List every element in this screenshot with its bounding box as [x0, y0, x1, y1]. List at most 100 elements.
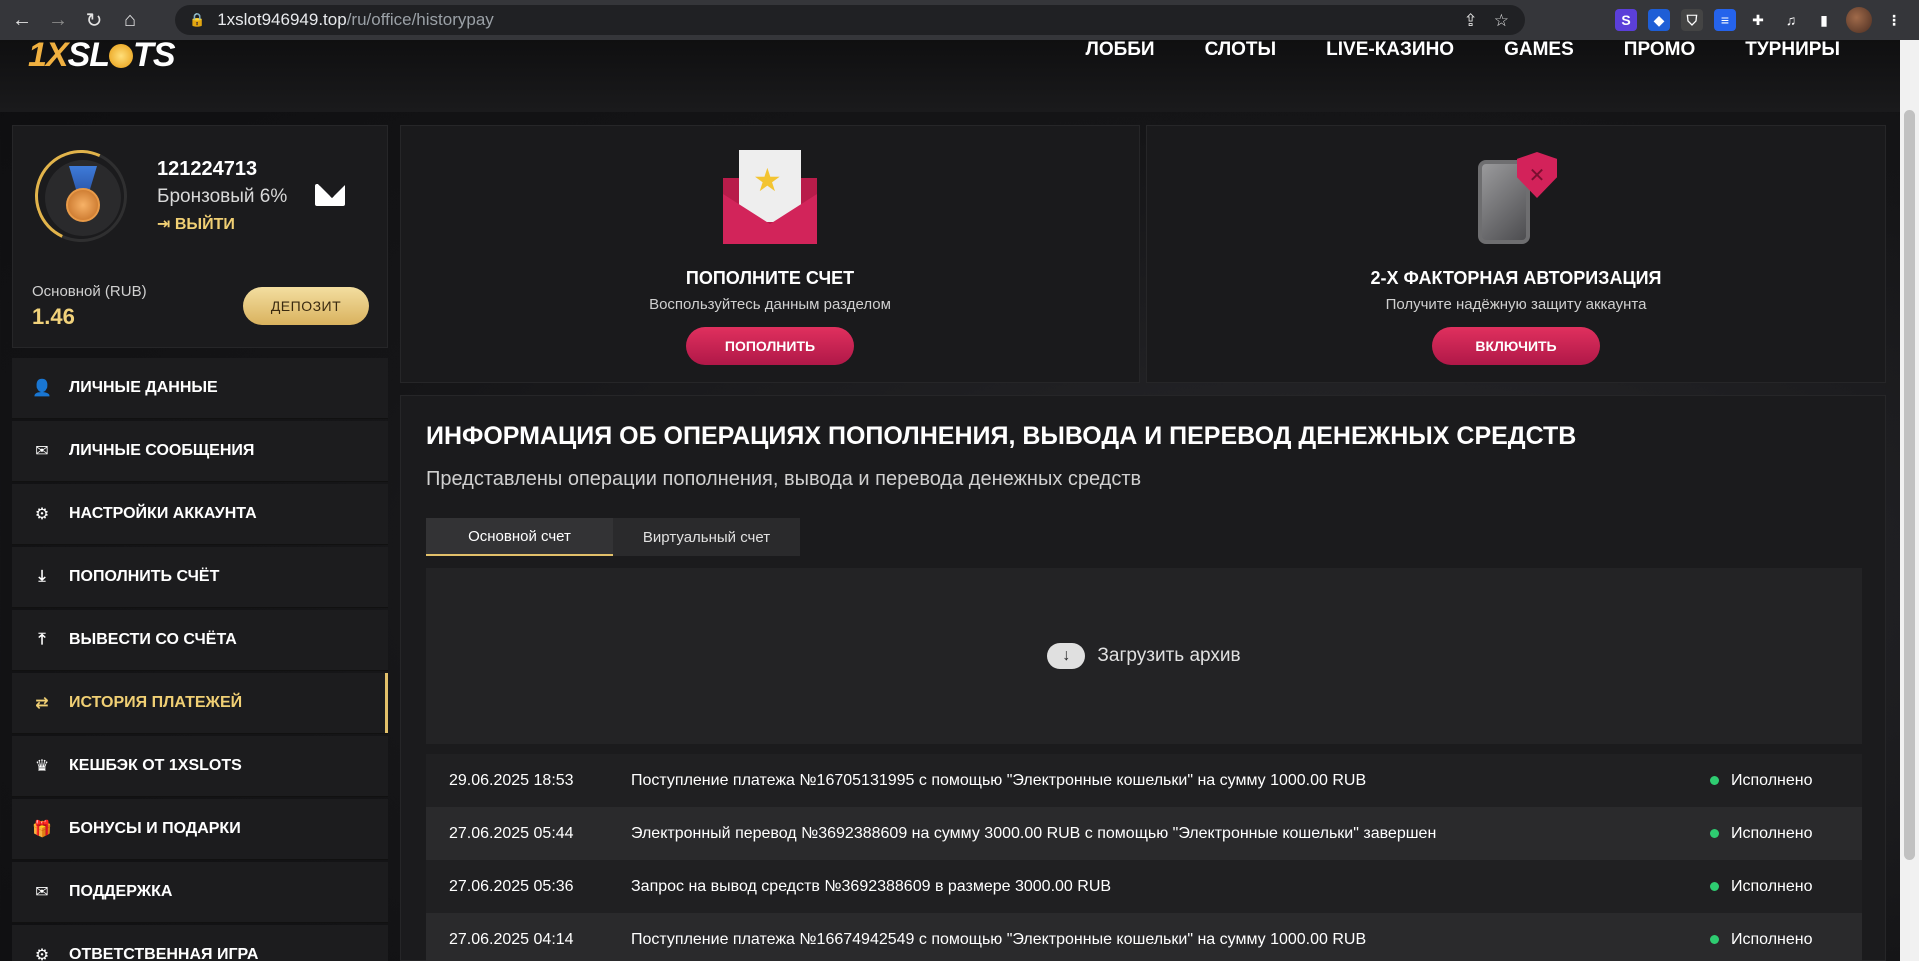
nav-games[interactable]: GAMES: [1504, 40, 1574, 60]
bookmark-star-icon[interactable]: ☆: [1494, 11, 1509, 31]
address-bar[interactable]: 🔒 1xslot946949.top/ru/office/historypay …: [175, 5, 1525, 35]
extension-shield-blue-icon[interactable]: ◆: [1648, 9, 1670, 31]
envelope-icon: ✉: [35, 443, 49, 460]
menu-account-settings[interactable]: ⚙ НАСТРОЙКИ АККАУНТА: [12, 484, 388, 545]
extensions-puzzle-icon[interactable]: ✚: [1747, 9, 1769, 31]
reload-icon[interactable]: ↻: [80, 6, 108, 34]
balance-label: Основной (RUB): [32, 283, 147, 300]
status-dot-icon: [1710, 776, 1719, 785]
nav-promo[interactable]: ПРОМО: [1624, 40, 1695, 60]
crown-icon: ♛: [34, 758, 50, 775]
deposit-promo-card: ★ ПОПОЛНИТЕ СЧЕТ Воспользуйтесь данным р…: [400, 125, 1140, 383]
deposit-button[interactable]: ДЕПОЗИТ: [243, 287, 369, 325]
sidebar-toggle-icon[interactable]: ▮: [1813, 9, 1835, 31]
menu-cashback[interactable]: ♛ КЕШБЭК ОТ 1XSLOTS: [12, 736, 388, 797]
menu-withdraw[interactable]: ⤒ ВЫВЕСТИ СО СЧЁТА: [12, 610, 388, 671]
top-navigation: ЛОББИ СЛОТЫ LIVE-КАЗИНО GAMES ПРОМО ТУРН…: [1085, 40, 1840, 60]
row-status: Исполнено: [1710, 931, 1862, 949]
nav-slots[interactable]: СЛОТЫ: [1205, 40, 1277, 60]
gift-icon: 🎁: [32, 821, 52, 838]
site-logo[interactable]: 1XSL TS: [28, 36, 176, 75]
url-host: 1xslot946949.top: [217, 10, 347, 29]
bronze-medal-icon: [66, 188, 100, 222]
twofa-promo-card: ✕ 2-Х ФАКТОРНАЯ АВТОРИЗАЦИЯ Получите над…: [1146, 125, 1886, 383]
status-dot-icon: [1710, 829, 1719, 838]
row-status: Исполнено: [1710, 772, 1862, 790]
table-row: 27.06.2025 04:14 Поступление платежа №16…: [426, 913, 1862, 961]
menu-bonuses[interactable]: 🎁 БОНУСЫ И ПОДАРКИ: [12, 799, 388, 860]
user-rank: Бронзовый 6%: [157, 186, 288, 207]
twofa-card-subtitle: Получите надёжную защиту аккаунта: [1385, 296, 1647, 313]
row-description: Запрос на вывод средств №3692388609 в ра…: [631, 877, 1112, 895]
row-status: Исполнено: [1710, 825, 1862, 843]
media-queue-icon[interactable]: ♫: [1780, 9, 1802, 31]
row-date: 27.06.2025 05:44: [449, 824, 574, 842]
payment-history-panel: ИНФОРМАЦИЯ ОБ ОПЕРАЦИЯХ ПОПОЛНЕНИЯ, ВЫВО…: [400, 395, 1886, 961]
envelope-icon: ✉: [35, 884, 49, 901]
table-row: 27.06.2025 05:36 Запрос на вывод средств…: [426, 860, 1862, 913]
browser-menu-icon[interactable]: ⋮: [1883, 9, 1905, 31]
extension-lines-icon[interactable]: ≡: [1714, 9, 1736, 31]
share-icon[interactable]: ⇪: [1464, 11, 1478, 31]
transactions-table: 29.06.2025 18:53 Поступление платежа №16…: [426, 754, 1862, 961]
browser-toolbar: ← → ↻ ⌂ 🔒 1xslot946949.top/ru/office/his…: [0, 0, 1919, 40]
tab-main-account[interactable]: Основной счет: [426, 518, 613, 556]
gears-icon: ⚙: [34, 506, 50, 523]
row-date: 27.06.2025 05:36: [449, 877, 574, 895]
row-date: 29.06.2025 18:53: [449, 771, 574, 789]
status-dot-icon: [1710, 882, 1719, 891]
lock-icon: 🔒: [189, 12, 206, 27]
row-description: Поступление платежа №16705131995 с помощ…: [631, 771, 1367, 789]
page-subtitle: Представлены операции пополнения, вывода…: [426, 468, 1142, 490]
page-scrollbar[interactable]: [1900, 40, 1919, 961]
status-dot-icon: [1710, 935, 1719, 944]
page-title: ИНФОРМАЦИЯ ОБ ОПЕРАЦИЯХ ПОПОЛНЕНИЯ, ВЫВО…: [426, 422, 1577, 450]
logout-icon: ⇥: [157, 216, 175, 233]
menu-payment-history[interactable]: ⇄ ИСТОРИЯ ПЛАТЕЖЕЙ: [12, 673, 388, 734]
tab-virtual-account[interactable]: Виртуальный счет: [613, 518, 800, 556]
profile-card: 121224713 Бронзовый 6% ⇥ ВЫЙТИ Основной …: [12, 125, 388, 348]
forward-arrow-icon[interactable]: →: [44, 6, 72, 34]
account-menu: 👤 ЛИЧНЫЕ ДАННЫЕ ✉ ЛИЧНЫЕ СООБЩЕНИЯ ⚙ НАСТРО…: [12, 358, 388, 961]
scrollbar-thumb[interactable]: [1904, 110, 1915, 860]
table-row: 29.06.2025 18:53 Поступление платежа №16…: [426, 754, 1862, 807]
deposit-card-subtitle: Воспользуйтесь данным разделом: [649, 296, 891, 313]
menu-personal-messages[interactable]: ✉ ЛИЧНЫЕ СООБЩЕНИЯ: [12, 421, 388, 482]
back-arrow-icon[interactable]: ←: [8, 6, 36, 34]
nav-tournaments[interactable]: ТУРНИРЫ: [1745, 40, 1840, 60]
row-status: Исполнено: [1710, 878, 1862, 896]
extension-s-icon[interactable]: S: [1615, 9, 1637, 31]
url-path: /ru/office/historypay: [346, 10, 494, 29]
user-add-icon: 👤: [32, 380, 52, 397]
extension-shield-icon[interactable]: ⛉: [1681, 9, 1703, 31]
account-tabs: Основной счет Виртуальный счет: [426, 518, 800, 556]
row-description: Поступление платежа №16674942549 с помощ…: [631, 930, 1367, 948]
balance-value: 1.46: [32, 304, 75, 329]
twofa-card-title: 2-Х ФАКТОРНАЯ АВТОРИЗАЦИЯ: [1370, 268, 1662, 288]
gears-icon: ⚙: [34, 947, 50, 961]
nav-live-casino[interactable]: LIVE-КАЗИНО: [1326, 40, 1454, 60]
download-archive-button[interactable]: ↓ Загрузить архив: [426, 568, 1862, 744]
menu-support[interactable]: ✉ ПОДДЕРЖКА: [12, 862, 388, 923]
upload-icon: ⤒: [38, 631, 46, 648]
download-icon: ⤓: [38, 568, 46, 585]
logo-coin-icon: [109, 44, 134, 68]
nav-lobby[interactable]: ЛОББИ: [1085, 40, 1154, 60]
profile-avatar[interactable]: [1846, 7, 1872, 33]
transfer-icon: ⇄: [35, 695, 49, 712]
menu-responsible-gaming[interactable]: ⚙ ОТВЕТСТВЕННАЯ ИГРА: [12, 925, 388, 961]
row-date: 27.06.2025 04:14: [449, 930, 574, 948]
mail-icon[interactable]: [315, 184, 345, 206]
row-description: Электронный перевод №3692388609 на сумму…: [631, 824, 1437, 842]
top-up-button[interactable]: ПОПОЛНИТЬ: [686, 327, 854, 365]
deposit-card-title: ПОПОЛНИТЕ СЧЕТ: [685, 268, 855, 288]
enable-2fa-button[interactable]: ВКЛЮЧИТЬ: [1432, 327, 1600, 365]
menu-deposit[interactable]: ⤓ ПОПОЛНИТЬ СЧЁТ: [12, 547, 388, 608]
logout-link[interactable]: ⇥ ВЫЙТИ: [157, 214, 235, 234]
envelope-star-icon: ★: [723, 150, 817, 244]
cloud-download-icon: ↓: [1047, 643, 1086, 669]
home-icon[interactable]: ⌂: [116, 6, 144, 34]
user-id: 121224713: [157, 158, 258, 180]
menu-personal-data[interactable]: 👤 ЛИЧНЫЕ ДАННЫЕ: [12, 358, 388, 419]
site-header: 1XSL TS ЛОББИ СЛОТЫ LIVE-КАЗИНО GAMES ПРО…: [0, 36, 1900, 112]
